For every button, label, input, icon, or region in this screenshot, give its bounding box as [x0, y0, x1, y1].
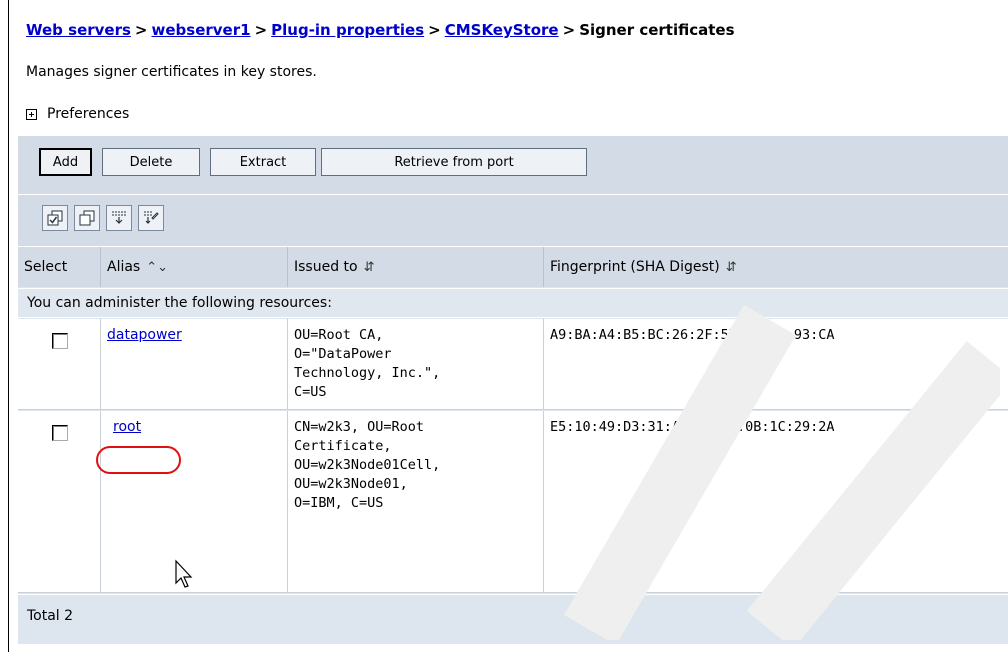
preferences-label[interactable]: Preferences: [47, 106, 129, 122]
expand-plus-icon[interactable]: [26, 108, 37, 120]
breadcrumb-web-servers[interactable]: Web servers: [26, 21, 131, 39]
header-alias[interactable]: Alias ⌃⌄: [101, 247, 288, 287]
header-fingerprint-label[interactable]: Fingerprint (SHA Digest): [550, 259, 720, 275]
extract-button[interactable]: Extract: [210, 148, 316, 176]
show-filter-icon[interactable]: [106, 205, 132, 231]
breadcrumb-plugin-properties[interactable]: Plug-in properties: [271, 21, 424, 39]
table-row: datapower OU=Root CA, O="DataPower Techn…: [18, 319, 1008, 410]
alias-link[interactable]: datapower: [107, 327, 182, 343]
issued-to-line: Technology, Inc.",: [294, 365, 441, 381]
breadcrumb-separator: >: [428, 21, 441, 39]
retrieve-from-port-button[interactable]: Retrieve from port: [321, 148, 587, 176]
select-all-icon[interactable]: [42, 205, 68, 231]
issued-to-line: OU=w2k3Node01Cell,: [294, 457, 441, 473]
row-checkbox[interactable]: [52, 333, 68, 349]
breadcrumb: Web servers > webserver1 > Plug-in propertie…: [26, 21, 735, 39]
header-select-label: Select: [24, 259, 68, 275]
issued-to-line: C=US: [294, 384, 327, 400]
issued-to-line: OU=Root CA,: [294, 327, 384, 343]
alias-link[interactable]: root: [113, 419, 141, 435]
header-select: Select: [18, 247, 101, 287]
button-toolbar: Add Delete Extract Retrieve from port: [18, 136, 1008, 195]
issued-to-line: CN=w2k3, OU=Root: [294, 419, 425, 435]
alias-cell: datapower: [101, 319, 288, 409]
fingerprint-cell: E5:10:49:D3:31:A3:8D:57:0B:1C:29:2A: [550, 419, 835, 435]
issued-to-cell: CN=w2k3, OU=Root Certificate, OU=w2k3Nod…: [288, 411, 544, 592]
breadcrumb-separator: >: [562, 21, 576, 39]
header-fingerprint[interactable]: Fingerprint (SHA Digest) ⇵: [544, 247, 1008, 287]
fingerprint-cell: A9:BA:A4:B5:BC:26:2F:5D:2A:80:93:CA: [550, 327, 835, 343]
table-header: Select Alias ⌃⌄ Issued to ⇵ Fingerprint (S…: [18, 247, 1008, 287]
breadcrumb-cmskeystore[interactable]: CMSKeyStore: [445, 21, 559, 39]
issued-to-cell: OU=Root CA, O="DataPower Technology, Inc…: [288, 319, 544, 409]
sort-icon[interactable]: ⇵: [364, 260, 375, 275]
issued-to-line: O="DataPower: [294, 346, 392, 362]
row-checkbox[interactable]: [52, 425, 68, 441]
table-row: root CN=w2k3, OU=Root Certificate, OU=w2…: [18, 411, 1008, 593]
add-button[interactable]: Add: [39, 148, 92, 176]
page-title: Signer certificates: [579, 21, 735, 39]
sort-icon[interactable]: ⇵: [726, 260, 737, 275]
issued-to-line: OU=w2k3Node01,: [294, 476, 408, 492]
resources-label: You can administer the following resourc…: [18, 288, 1008, 318]
breadcrumb-webserver1[interactable]: webserver1: [152, 21, 251, 39]
select-cell: [18, 319, 101, 409]
breadcrumb-separator: >: [254, 21, 268, 39]
total-count: Total 2: [18, 594, 1008, 636]
delete-button[interactable]: Delete: [102, 148, 200, 176]
sort-ascending-icon[interactable]: ⌃⌄: [146, 260, 168, 275]
page-description: Manages signer certificates in key store…: [26, 64, 317, 80]
issued-to-line: O=IBM, C=US: [294, 495, 384, 511]
header-issued-to-label[interactable]: Issued to: [294, 259, 358, 275]
mouse-cursor-icon: [175, 559, 193, 588]
select-cell: [18, 411, 101, 592]
deselect-all-icon[interactable]: [74, 205, 100, 231]
header-alias-label[interactable]: Alias: [107, 259, 140, 275]
breadcrumb-separator: >: [134, 21, 148, 39]
header-issued-to[interactable]: Issued to ⇵: [288, 247, 544, 287]
signer-certificates-table: Add Delete Extract Retrieve from port Se…: [18, 136, 1008, 644]
issued-to-line: Certificate,: [294, 438, 392, 454]
preferences-toggle[interactable]: Preferences: [26, 106, 129, 122]
icon-toolbar: [18, 195, 1008, 247]
highlight-ring: [96, 446, 181, 474]
clear-filter-icon[interactable]: [138, 205, 164, 231]
